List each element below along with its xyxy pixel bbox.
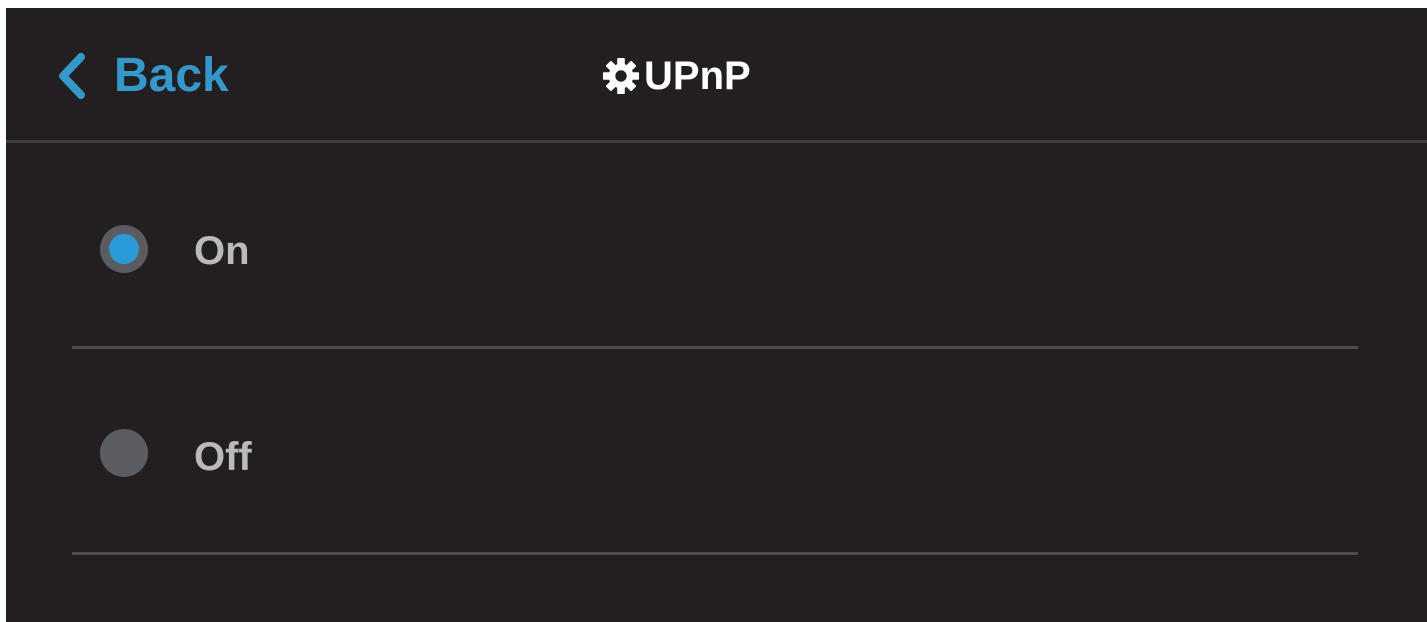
divider bbox=[72, 552, 1358, 555]
option-on-label: On bbox=[194, 229, 250, 273]
back-button[interactable]: Back bbox=[54, 48, 229, 104]
radio-selected-dot bbox=[109, 234, 139, 264]
back-label: Back bbox=[114, 49, 229, 102]
radio-on-selected[interactable] bbox=[100, 225, 148, 273]
page-title: UPnP bbox=[602, 54, 751, 98]
option-off[interactable]: Off bbox=[72, 349, 1358, 555]
option-on[interactable]: On bbox=[72, 143, 1358, 349]
header-bar: Back UPnP bbox=[6, 8, 1427, 143]
upnp-settings-screen: Back UPnP On Off bbox=[6, 8, 1427, 622]
option-off-label: Off bbox=[194, 435, 252, 479]
chevron-left-icon bbox=[59, 53, 85, 99]
gear-icon bbox=[602, 57, 640, 95]
title-text: UPnP bbox=[644, 54, 751, 98]
radio-off-unselected[interactable] bbox=[100, 429, 148, 477]
